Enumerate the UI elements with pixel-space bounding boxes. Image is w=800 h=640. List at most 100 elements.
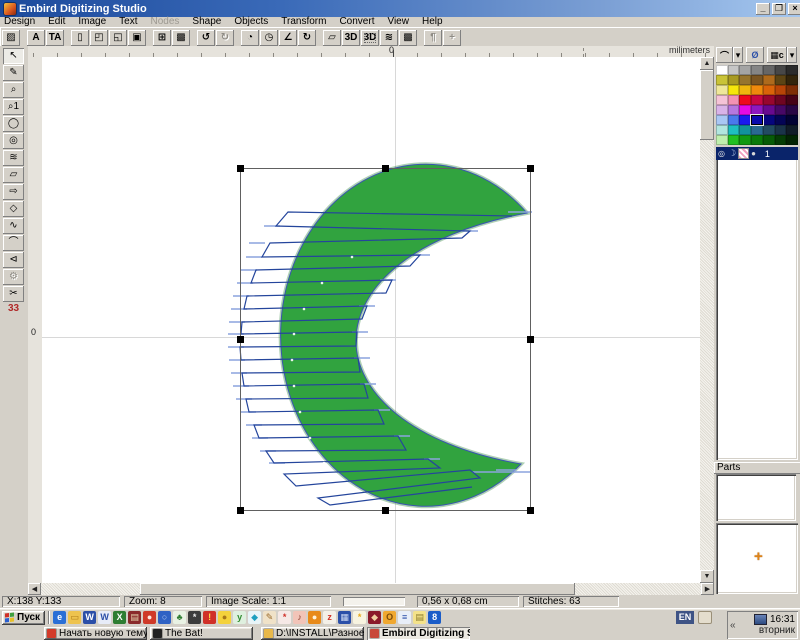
tree-icon[interactable]: ♣ xyxy=(173,611,186,624)
fill-hole-tool[interactable]: ◎ xyxy=(3,133,24,149)
menu-shape[interactable]: Shape xyxy=(192,17,221,27)
palette-swatch-1-5[interactable] xyxy=(775,75,787,85)
palette-swatch-6-0[interactable] xyxy=(716,125,728,135)
palette-swatch-1-3[interactable] xyxy=(751,75,763,85)
stitch-type-button[interactable]: ▦c xyxy=(767,47,787,63)
notes-icon[interactable]: ♪ xyxy=(293,611,306,624)
palette-swatch-6-6[interactable] xyxy=(786,125,798,135)
window-3d-button[interactable]: ▱ xyxy=(323,30,341,46)
bluetooth-icon[interactable]: 8 xyxy=(428,611,441,624)
palette-swatch-4-0[interactable] xyxy=(716,105,728,115)
blue-ball-icon[interactable]: ○ xyxy=(158,611,171,624)
clock-icon[interactable]: O xyxy=(383,611,396,624)
splash-icon[interactable]: * xyxy=(278,611,291,624)
selection-handle[interactable] xyxy=(527,336,534,343)
palette-swatch-0-3[interactable] xyxy=(751,65,763,75)
task-button[interactable]: Начать новую тему :: В... xyxy=(44,627,147,640)
parts-list[interactable] xyxy=(716,474,796,521)
stitch-type-dropdown[interactable]: ▾ xyxy=(787,47,797,63)
vertical-scroll-thumb[interactable] xyxy=(700,70,714,140)
palette-swatch-2-0[interactable] xyxy=(716,85,728,95)
selection-handle[interactable] xyxy=(382,165,389,172)
palette-swatch-6-3[interactable] xyxy=(751,125,763,135)
orange-ball-icon[interactable]: ● xyxy=(308,611,321,624)
start-button[interactable]: Пуск xyxy=(2,611,45,625)
split-tool[interactable]: ✂ xyxy=(3,286,24,302)
menu-convert[interactable]: Convert xyxy=(339,17,374,27)
horizontal-scroll-thumb[interactable] xyxy=(140,583,575,595)
palette-swatch-3-2[interactable] xyxy=(739,95,751,105)
palette-swatch-4-4[interactable] xyxy=(763,105,775,115)
zoom-1-1-tool[interactable]: ⌕1 xyxy=(3,99,24,115)
palette-swatch-7-4[interactable] xyxy=(763,135,775,145)
task-button[interactable]: Embird Digitizing Stud... xyxy=(367,627,470,640)
duck-icon[interactable]: ● xyxy=(218,611,231,624)
visibility-eye-icon[interactable]: ◎ xyxy=(718,149,725,158)
copy-button[interactable]: ⊞ xyxy=(153,30,171,46)
stitch-colors-button[interactable]: ≋ xyxy=(380,30,398,46)
selection-handle[interactable] xyxy=(237,507,244,514)
palette-swatch-5-2[interactable] xyxy=(739,115,751,125)
palette-swatch-4-1[interactable] xyxy=(728,105,740,115)
palette-swatch-4-2[interactable] xyxy=(739,105,751,115)
menu-text[interactable]: Text xyxy=(119,17,137,27)
palette-swatch-6-1[interactable] xyxy=(728,125,740,135)
red-app-icon[interactable]: ● xyxy=(143,611,156,624)
tray-collapse-arrow[interactable]: « xyxy=(730,620,740,631)
object-list-item[interactable]: ◎ ☾ ● 1 xyxy=(716,147,798,160)
note-icon[interactable]: ▤ xyxy=(413,611,426,624)
folder-icon[interactable]: ▭ xyxy=(68,611,81,624)
scroll-left-button[interactable]: ◀ xyxy=(28,583,41,595)
palette-swatch-7-5[interactable] xyxy=(775,135,787,145)
palette-swatch-0-1[interactable] xyxy=(728,65,740,75)
view-3d-scan-button[interactable]: 3D xyxy=(361,30,379,46)
task-button[interactable]: The Bat! xyxy=(150,627,253,640)
manual-stitch-tool[interactable]: ∿ xyxy=(3,218,24,234)
new-design-button[interactable]: ▯ xyxy=(71,30,89,46)
outline-shape-tool[interactable]: ⇨ xyxy=(3,184,24,200)
palette-swatch-3-4[interactable] xyxy=(763,95,775,105)
palette-swatch-7-3[interactable] xyxy=(751,135,763,145)
grid-app-icon[interactable]: ▦ xyxy=(338,611,351,624)
palette-swatch-4-5[interactable] xyxy=(775,105,787,115)
text-tool-button[interactable]: A xyxy=(27,30,45,46)
warning-icon[interactable]: ! xyxy=(203,611,216,624)
palette-swatch-0-4[interactable] xyxy=(763,65,775,75)
view-3d-button[interactable]: 3D xyxy=(342,30,360,46)
palette-swatch-4-6[interactable] xyxy=(786,105,798,115)
palette-swatch-3-0[interactable] xyxy=(716,95,728,105)
stitch-gauge-button[interactable]: ◷ xyxy=(260,30,278,46)
palette-swatch-5-6[interactable] xyxy=(786,115,798,125)
palette-swatch-2-3[interactable] xyxy=(751,85,763,95)
palette-swatch-0-6[interactable] xyxy=(786,65,798,75)
palette-swatch-3-1[interactable] xyxy=(728,95,740,105)
star-icon[interactable]: * xyxy=(188,611,201,624)
palette-swatch-0-0[interactable] xyxy=(716,65,728,75)
tray-clock[interactable]: 16:31 xyxy=(770,614,795,625)
menu-edit[interactable]: Edit xyxy=(48,17,65,27)
palette-swatch-7-0[interactable] xyxy=(716,135,728,145)
scroll-down-button[interactable]: ▼ xyxy=(700,570,714,583)
palette-swatch-3-3[interactable] xyxy=(751,95,763,105)
scroll-right-button[interactable]: ▶ xyxy=(701,583,714,595)
palette-swatch-0-5[interactable] xyxy=(775,65,787,75)
palette-swatch-7-1[interactable] xyxy=(728,135,740,145)
horizontal-scrollbar[interactable]: ◀ ▶ xyxy=(28,583,714,595)
import-design-button[interactable]: ◱ xyxy=(109,30,127,46)
crescent-object[interactable] xyxy=(228,164,532,506)
palette-swatch-3-5[interactable] xyxy=(775,95,787,105)
selection-handle[interactable] xyxy=(237,165,244,172)
palette-swatch-2-1[interactable] xyxy=(728,85,740,95)
palette-swatch-1-4[interactable] xyxy=(763,75,775,85)
design-browser-button[interactable]: ▨ xyxy=(2,30,20,46)
palette-swatch-5-0[interactable] xyxy=(716,115,728,125)
menu-transform[interactable]: Transform xyxy=(281,17,326,27)
palette-swatch-6-5[interactable] xyxy=(775,125,787,135)
outline-style-dropdown[interactable]: ▾ xyxy=(733,47,743,63)
language-indicator[interactable]: EN xyxy=(676,611,694,624)
palette-swatch-4-3[interactable] xyxy=(751,105,763,115)
rotate-tool-button[interactable]: ↻ xyxy=(298,30,316,46)
restore-button[interactable]: ❐ xyxy=(772,3,786,15)
minimize-button[interactable]: _ xyxy=(756,3,770,15)
media-icon[interactable]: z xyxy=(323,611,336,624)
